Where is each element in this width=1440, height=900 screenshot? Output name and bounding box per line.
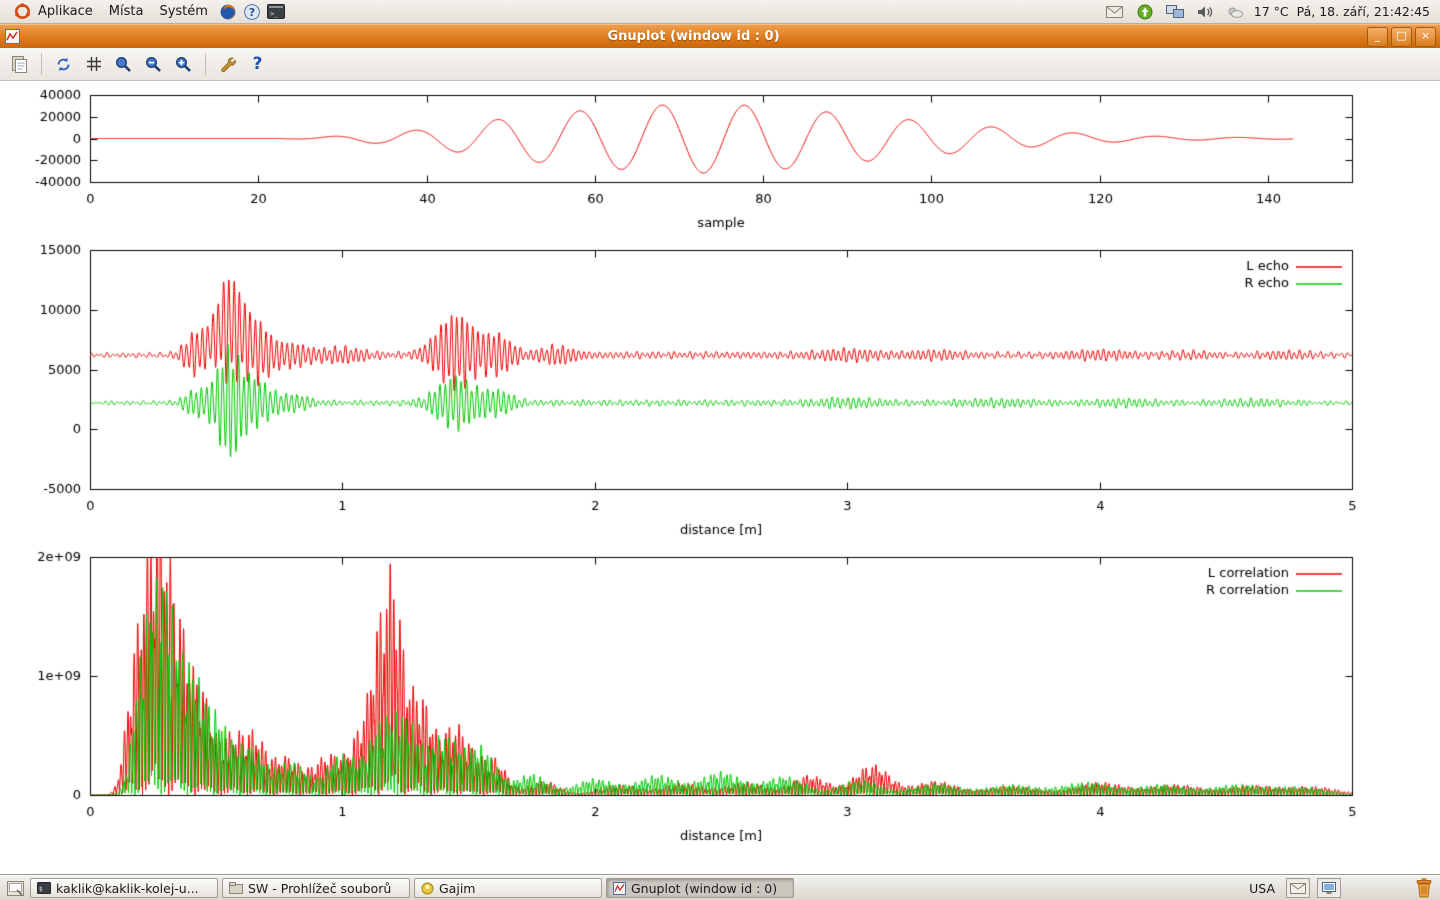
help-icon: ? bbox=[253, 54, 263, 74]
menu-places-label: Místa bbox=[109, 4, 144, 19]
display-settings-tray-icon[interactable] bbox=[1317, 878, 1341, 898]
refresh-button[interactable] bbox=[50, 51, 77, 77]
zoom-previous-button[interactable] bbox=[110, 51, 137, 77]
taskbar-item-label: SW - Prohlížeč souborů bbox=[248, 881, 391, 896]
svg-text:$: $ bbox=[39, 886, 43, 893]
show-desktop-icon[interactable] bbox=[4, 877, 26, 899]
taskbar-right-tray: USA bbox=[1245, 877, 1436, 899]
mail-tray-icon[interactable] bbox=[1286, 878, 1310, 898]
clock[interactable]: Pá, 18. září, 21:42:45 bbox=[1297, 4, 1430, 19]
gnome-taskbar: $ kaklik@kaklik-kolej-u... SW - Prohlíže… bbox=[0, 875, 1440, 900]
menu-places[interactable]: Místa bbox=[102, 3, 151, 20]
gnome-top-panel: Aplikace Místa Systém ? >_ bbox=[0, 0, 1440, 24]
echo-signals-chart[interactable] bbox=[0, 236, 1440, 544]
zoom-in-button[interactable] bbox=[170, 51, 197, 77]
minimize-button[interactable]: _ bbox=[1367, 27, 1388, 47]
network-tray-icon[interactable] bbox=[1164, 1, 1186, 23]
grid-toggle-button[interactable] bbox=[80, 51, 107, 77]
svg-text:?: ? bbox=[249, 6, 255, 19]
menu-system-label: Systém bbox=[159, 4, 207, 19]
ubuntu-logo-icon bbox=[11, 1, 33, 23]
volume-tray-icon[interactable] bbox=[1194, 1, 1216, 23]
correlation-chart[interactable] bbox=[0, 544, 1440, 875]
trash-icon[interactable] bbox=[1412, 877, 1436, 899]
copy-to-clipboard-button[interactable] bbox=[6, 51, 33, 77]
gnuplot-toolbar: ? bbox=[0, 48, 1440, 81]
gnuplot-window-icon bbox=[4, 28, 21, 45]
taskbar-item-file-browser[interactable]: SW - Prohlížeč souborů bbox=[222, 878, 410, 898]
menu-system[interactable]: Systém bbox=[152, 3, 214, 20]
firefox-launcher-icon[interactable] bbox=[217, 1, 239, 23]
taskbar-item-label: Gnuplot (window id : 0) bbox=[631, 881, 777, 896]
configure-button[interactable] bbox=[214, 51, 241, 77]
panel-notification-area: 17 °C Pá, 18. září, 21:42:45 bbox=[1104, 1, 1436, 23]
toolbar-separator bbox=[205, 53, 206, 75]
toolbar-separator bbox=[41, 53, 42, 75]
help-button[interactable]: ? bbox=[244, 51, 271, 77]
svg-text:>_: >_ bbox=[270, 10, 279, 18]
weather-tray-icon bbox=[1224, 1, 1246, 23]
close-button[interactable]: × bbox=[1415, 27, 1436, 47]
taskbar-item-gnuplot[interactable]: Gnuplot (window id : 0) bbox=[606, 878, 794, 898]
temperature-indicator[interactable]: 17 °C bbox=[1254, 4, 1289, 19]
updates-tray-icon[interactable] bbox=[1134, 1, 1156, 23]
taskbar-item-terminal[interactable]: $ kaklik@kaklik-kolej-u... bbox=[30, 878, 218, 898]
taskbar-item-label: Gajim bbox=[439, 881, 475, 896]
window-title: Gnuplot (window id : 0) bbox=[23, 29, 1364, 44]
keyboard-layout-indicator[interactable]: USA bbox=[1245, 881, 1279, 896]
maximize-button[interactable]: □ bbox=[1391, 27, 1412, 47]
menu-applications[interactable]: Aplikace bbox=[4, 0, 100, 24]
zoom-out-button[interactable] bbox=[140, 51, 167, 77]
help-launcher-icon[interactable]: ? bbox=[241, 1, 263, 23]
taskbar-item-label: kaklik@kaklik-kolej-u... bbox=[56, 881, 199, 896]
mail-tray-icon[interactable] bbox=[1104, 1, 1126, 23]
taskbar-item-gajim[interactable]: Gajim bbox=[414, 878, 602, 898]
gnuplot-window-titlebar[interactable]: Gnuplot (window id : 0) _ □ × bbox=[0, 24, 1440, 48]
menu-applications-label: Aplikace bbox=[38, 4, 93, 19]
terminal-launcher-icon[interactable]: >_ bbox=[265, 1, 287, 23]
sample-waveform-chart[interactable] bbox=[0, 81, 1440, 236]
gnuplot-canvas-area bbox=[0, 81, 1440, 875]
